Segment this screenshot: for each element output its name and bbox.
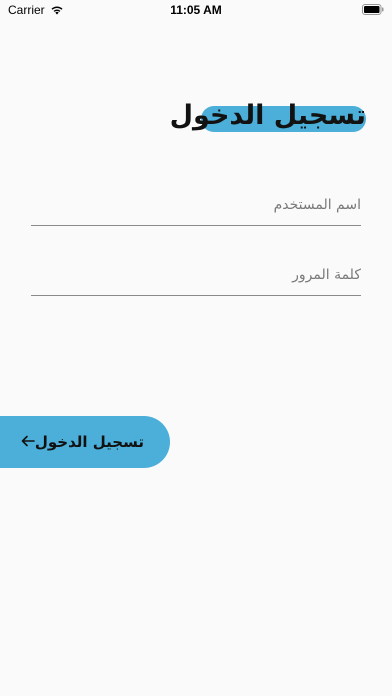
password-field[interactable]	[31, 255, 361, 296]
status-bar: Carrier 11:05 AM	[0, 0, 392, 22]
login-button[interactable]: تسجيل الدخول	[0, 416, 170, 468]
title-wrap: تسجيل الدخول	[170, 96, 366, 136]
arrow-left-icon	[21, 435, 35, 447]
login-button-label: تسجيل الدخول	[34, 433, 144, 451]
username-input[interactable]	[31, 185, 361, 225]
password-input[interactable]	[31, 255, 361, 295]
login-screen: Carrier 11:05 AM تسجيل الدخول تسجيل الدخ…	[0, 0, 392, 696]
status-time: 11:05 AM	[170, 3, 222, 17]
battery-icon	[362, 4, 384, 15]
page-title: تسجيل الدخول	[169, 100, 366, 131]
username-field[interactable]	[31, 185, 361, 226]
